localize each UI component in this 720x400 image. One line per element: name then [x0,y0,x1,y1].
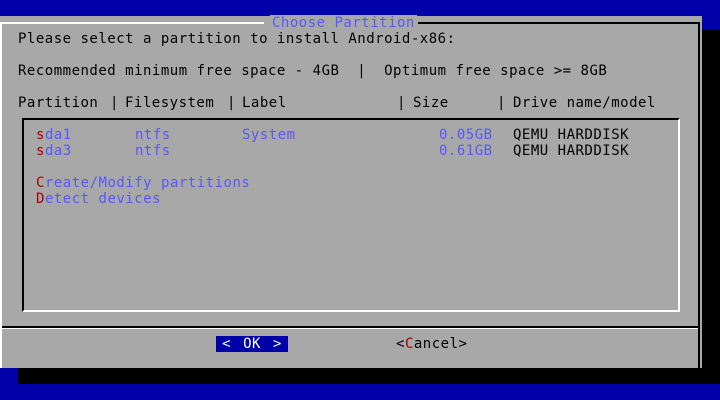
partition-row-sda1[interactable]: sda1 [36,127,72,143]
partition-name: da1 [44,127,72,143]
column-separator: | [227,95,236,111]
hotkey-letter: C [404,336,414,352]
dialog-border-right [698,22,700,368]
partition-drive: QEMU HARDDISK [513,127,630,143]
button-bracket-right: > [272,336,282,352]
column-header-filesystem: Filesystem [125,95,215,111]
ok-button[interactable]: < OK > [216,336,288,352]
partition-size: 0.61GB [439,143,493,159]
button-bracket-left: < [222,336,232,352]
column-header-partition: Partition [18,95,99,111]
button-bracket-left: < [396,336,405,352]
hotkey-letter: s [36,143,45,159]
free-space-info: Recommended minimum free space - 4GB | O… [18,63,608,79]
partition-row-sda3[interactable]: sda3 [36,143,72,159]
action-label: reate/Modify partitions [44,175,251,191]
detect-devices-item[interactable]: Detect devices [36,191,161,207]
hotkey-letter: C [36,175,45,191]
partition-filesystem: ntfs [135,127,171,143]
dialog-title: Choose Partition [270,15,417,31]
partition-label: System [242,127,296,143]
cancel-button[interactable]: <Cancel> [396,336,468,352]
cancel-label: ancel [413,336,459,352]
hotkey-letter: s [36,127,45,143]
create-modify-partitions-item[interactable]: Create/Modify partitions [36,175,250,191]
partition-size: 0.05GB [439,127,493,143]
dialog-border-top-right [418,22,700,24]
partition-drive: QEMU HARDDISK [513,143,630,159]
button-bracket-right: > [458,336,468,352]
action-label: etect devices [44,191,162,207]
install-prompt: Please select a partition to install And… [18,31,456,47]
dialog-border-top-left [2,22,264,24]
ok-label: OK [243,336,261,352]
dialog-border-left [0,22,2,368]
button-area-separator-highlight [2,328,698,329]
column-separator: | [397,95,406,111]
column-header-size: Size [413,95,449,111]
partition-name: da3 [44,143,72,159]
column-separator: | [110,95,119,111]
column-header-label: Label [242,95,287,111]
partition-filesystem: ntfs [135,143,171,159]
column-header-drive: Drive name/model [513,95,656,111]
hotkey-letter: D [36,191,45,207]
column-separator: | [497,95,506,111]
